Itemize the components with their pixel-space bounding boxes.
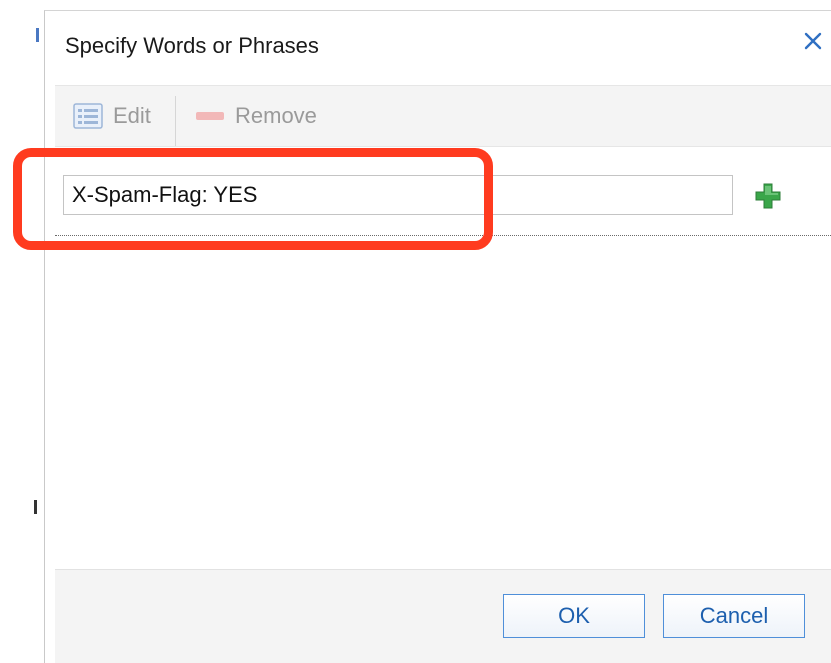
remove-button[interactable]: Remove xyxy=(195,86,317,146)
plus-icon[interactable] xyxy=(755,183,781,209)
dialog-footer: OK Cancel xyxy=(55,569,831,663)
list-edit-icon xyxy=(73,103,103,129)
edit-button[interactable]: Edit xyxy=(73,86,151,146)
background-text-fragment xyxy=(34,500,37,514)
ok-button[interactable]: OK xyxy=(503,594,645,638)
remove-button-label: Remove xyxy=(235,103,317,128)
phrase-input[interactable] xyxy=(63,175,733,215)
dialog-title-bar: Specify Words or Phrases xyxy=(45,11,831,79)
background-accent-mark xyxy=(36,28,39,42)
cancel-button[interactable]: Cancel xyxy=(663,594,805,638)
minus-icon xyxy=(196,112,224,120)
dialog-title: Specify Words or Phrases xyxy=(65,33,319,58)
dialog-toolbar: Edit Remove xyxy=(55,85,831,147)
phrase-list xyxy=(55,148,831,568)
close-icon[interactable] xyxy=(801,29,825,53)
background-window xyxy=(0,0,44,663)
toolbar-separator xyxy=(175,96,176,146)
specify-phrases-dialog: Specify Words or Phrases Edit Remove X-S… xyxy=(44,10,831,663)
phrase-entry-row xyxy=(55,148,831,236)
edit-button-label: Edit xyxy=(113,103,151,128)
